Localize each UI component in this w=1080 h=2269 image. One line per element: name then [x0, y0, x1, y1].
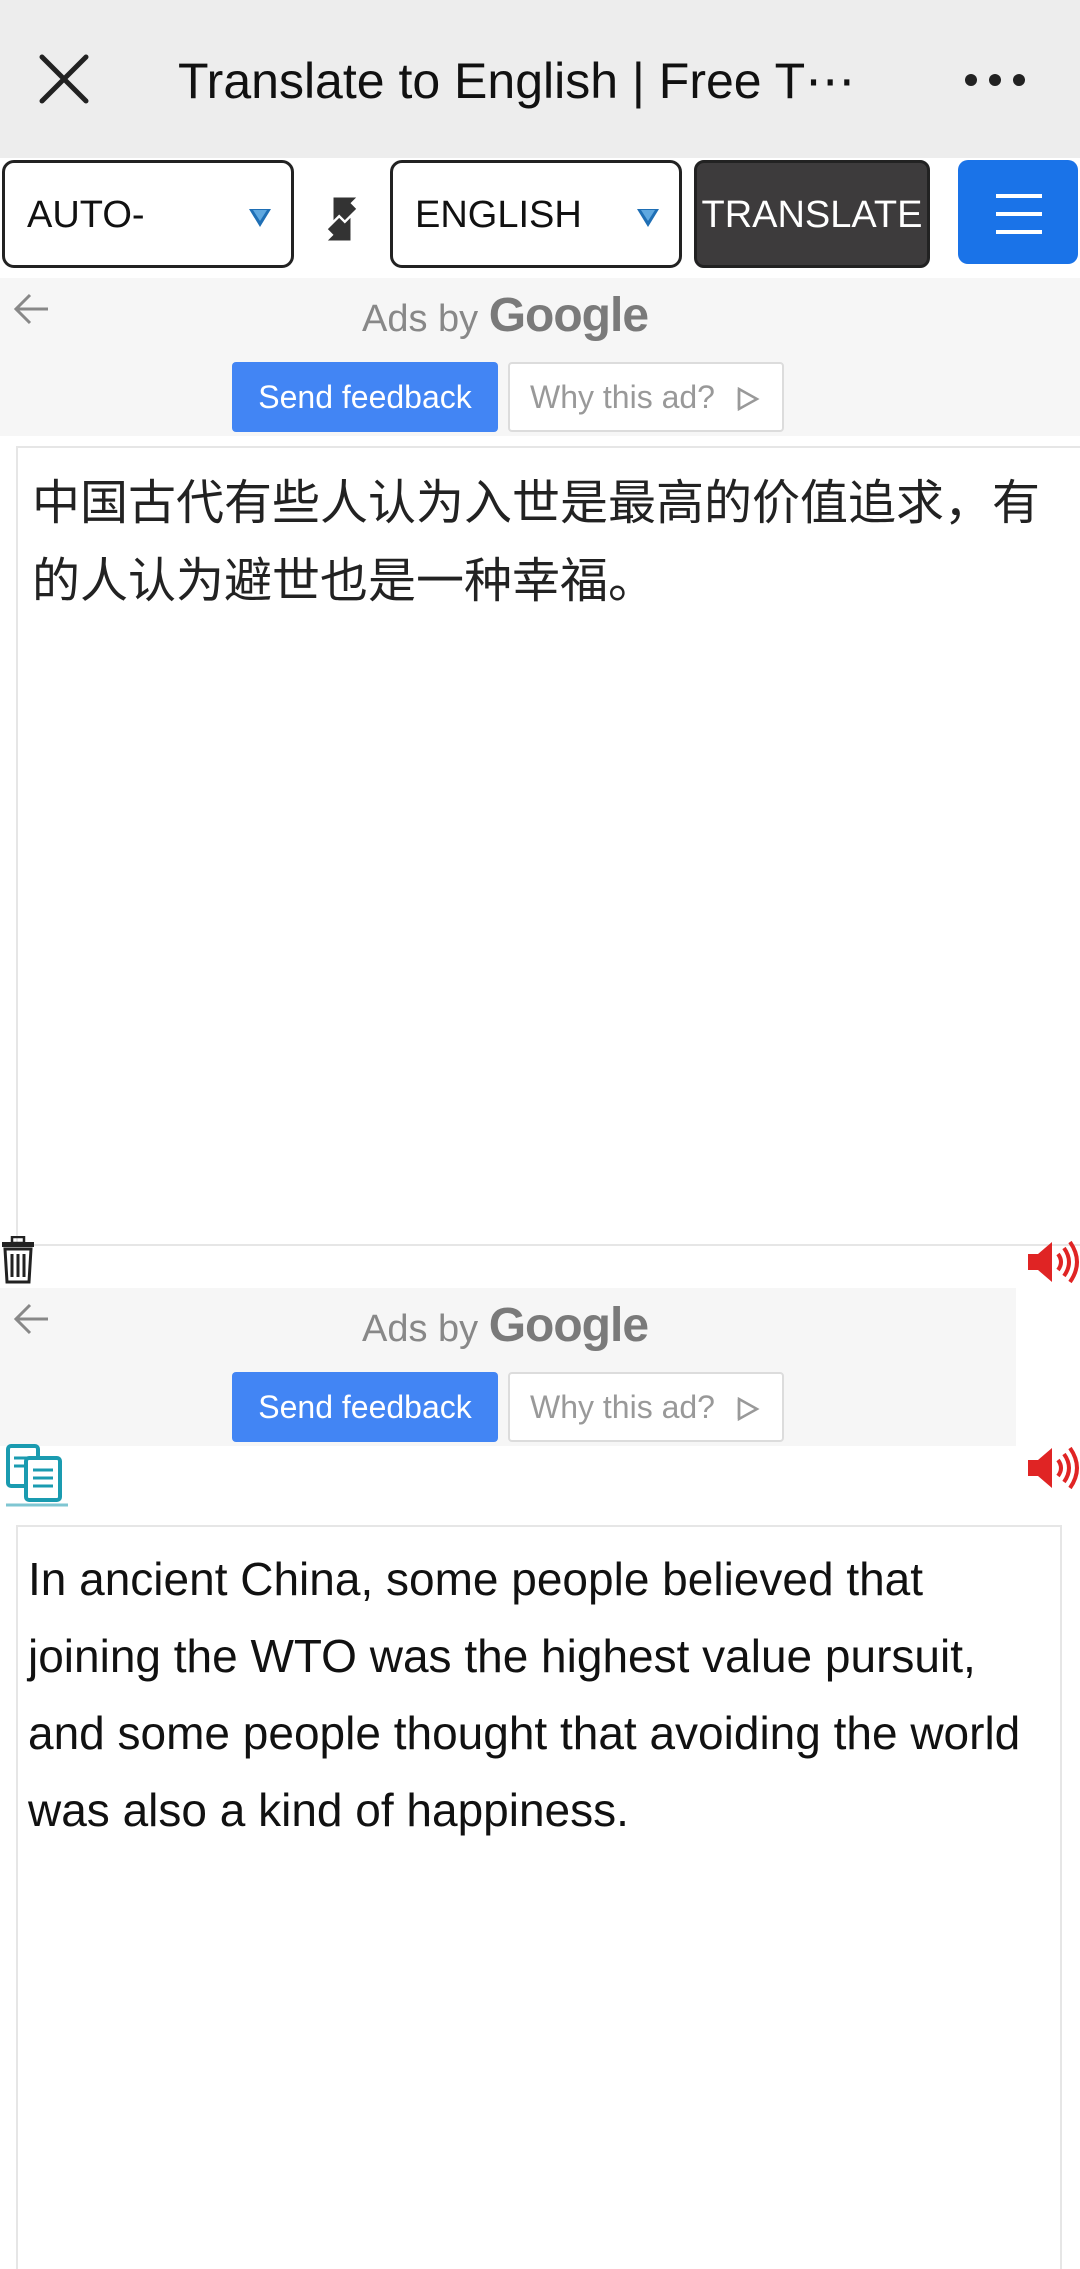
chevron-down-icon [637, 209, 659, 227]
translation-toolbar: AUTO- ENGLISH TRANSLATE [0, 158, 1080, 278]
copy-translation-button[interactable] [4, 1442, 70, 1508]
speaker-icon [1028, 1446, 1079, 1490]
speak-source-button[interactable] [1024, 1234, 1080, 1290]
why-this-ad-button[interactable]: Why this ad? [508, 362, 784, 432]
speaker-icon [1028, 1240, 1079, 1284]
source-language-value: AUTO- [27, 194, 145, 236]
copy-icon [6, 1444, 68, 1507]
chevron-down-icon [249, 209, 271, 227]
translation-result-area[interactable]: In ancient China, some people believed t… [16, 1525, 1062, 2269]
target-language-value: ENGLISH [415, 194, 582, 236]
ad-choices-icon [737, 1396, 760, 1422]
send-feedback-button[interactable]: Send feedback [232, 362, 498, 432]
ad-choices-icon [737, 386, 760, 412]
why-this-ad-button[interactable]: Why this ad? [508, 1372, 784, 1442]
ad-block-middle: Ads by Google Send feedback Why this ad? [0, 1288, 1016, 1446]
more-options-button[interactable] [955, 50, 1035, 110]
source-text-area[interactable]: 中国古代有些人认为入世是最高的价值追求，有的人认为避世也是一种幸福。 [16, 446, 1080, 1246]
ads-by-text: Ads by [361, 1308, 479, 1350]
hamburger-icon [996, 212, 1042, 216]
why-this-ad-label: Why this ad? [530, 1389, 715, 1425]
ad-block-top: Ads by Google Send feedback Why this ad? [0, 278, 1080, 436]
trash-icon [2, 1235, 34, 1284]
source-text[interactable]: 中国古代有些人认为入世是最高的价值追求，有的人认为避世也是一种幸福。 [32, 464, 1052, 620]
translation-result-text: In ancient China, some people believed t… [28, 1553, 1021, 1836]
translate-button[interactable]: TRANSLATE [694, 160, 930, 268]
more-icon [965, 74, 1025, 86]
ads-by-text: Ads by [361, 298, 479, 340]
ads-by-google-label: Ads by Google [0, 290, 1010, 345]
swap-languages-button[interactable] [316, 188, 368, 250]
hamburger-icon [996, 194, 1042, 198]
page-title: Translate to English | Free T⋯ [178, 53, 856, 109]
source-language-select[interactable]: AUTO- [2, 160, 294, 268]
close-icon [39, 54, 89, 104]
ads-by-google-label: Ads by Google [0, 1300, 1010, 1355]
why-this-ad-label: Why this ad? [530, 379, 715, 415]
target-language-select[interactable]: ENGLISH [390, 160, 682, 268]
close-button[interactable] [30, 45, 98, 113]
speak-translation-button[interactable] [1024, 1440, 1080, 1496]
browser-top-bar: Translate to English | Free T⋯ [0, 0, 1080, 158]
google-logo-text: Google [488, 1299, 649, 1352]
menu-button[interactable] [958, 160, 1078, 264]
hamburger-icon [996, 230, 1042, 234]
swap-icon [327, 197, 357, 241]
google-logo-text: Google [488, 289, 649, 342]
clear-text-button[interactable] [0, 1235, 36, 1284]
send-feedback-button[interactable]: Send feedback [232, 1372, 498, 1442]
